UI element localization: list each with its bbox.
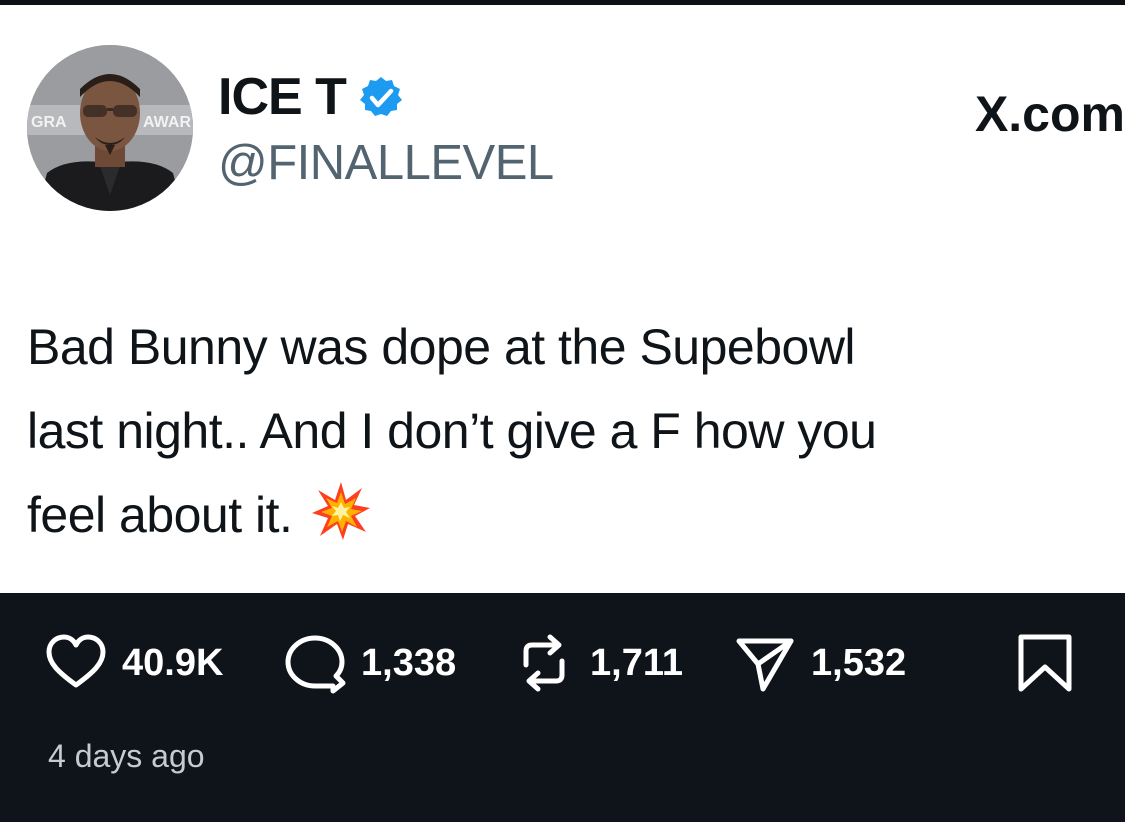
- like-count: 40.9K: [122, 641, 224, 684]
- post-card: GRA AWAR ICE T @FINALLEVEL X.com Bad Bun…: [0, 5, 1125, 593]
- post-text-line-1: Bad Bunny was dope at the Supebowl: [27, 319, 856, 375]
- avatar[interactable]: GRA AWAR: [27, 45, 193, 211]
- bookmark-button[interactable]: [1013, 631, 1077, 695]
- repost-count: 1,711: [590, 641, 683, 684]
- share-count: 1,532: [811, 641, 907, 684]
- share-button[interactable]: 1,532: [733, 631, 906, 695]
- repost-button[interactable]: 1,711: [512, 631, 683, 695]
- reply-icon: [285, 635, 346, 694]
- reply-count: 1,338: [361, 641, 457, 684]
- collision-icon: [310, 480, 372, 542]
- post-screenshot: GRA AWAR ICE T @FINALLEVEL X.com Bad Bun…: [0, 0, 1125, 822]
- author-handle[interactable]: @FINALLEVEL: [218, 135, 554, 191]
- author-name-row[interactable]: ICE T: [218, 67, 404, 127]
- brand-label: X.com: [974, 86, 1125, 142]
- bookmark-icon: [1018, 634, 1072, 692]
- send-icon: [736, 638, 794, 692]
- avatar-backdrop-left: GRA: [31, 114, 67, 131]
- repost-icon: [523, 634, 565, 692]
- post-text-line-3: feel about it.: [27, 473, 1117, 557]
- post-text-line-3-text: feel about it.: [27, 487, 293, 543]
- avatar-backdrop-right: AWAR: [143, 114, 191, 131]
- verified-badge-icon: [358, 74, 404, 120]
- post-text-line-2: last night.. And I don’t give a F how yo…: [27, 403, 877, 459]
- engagement-bar: 40.9K 1,338 1,711 1,532 4 days ago: [0, 593, 1125, 822]
- display-name[interactable]: ICE T: [218, 67, 347, 127]
- post-timestamp: 4 days ago: [48, 738, 205, 774]
- like-button[interactable]: 40.9K: [44, 631, 223, 695]
- post-body: Bad Bunny was dope at the Supebowl last …: [27, 305, 1117, 557]
- reply-button[interactable]: 1,338: [283, 631, 456, 695]
- heart-icon: [46, 634, 106, 688]
